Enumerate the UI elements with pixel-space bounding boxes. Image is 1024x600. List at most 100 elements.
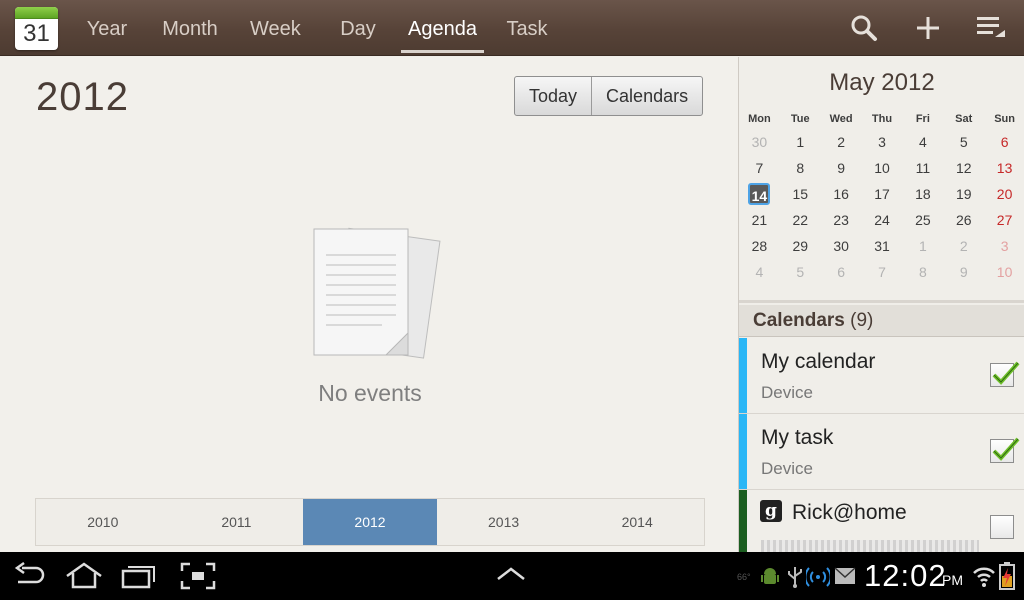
mini-calendar-day[interactable]: 31 (862, 233, 903, 259)
mini-calendar-day[interactable]: 24 (862, 207, 903, 233)
mini-calendar-day[interactable]: 7 (739, 155, 780, 181)
tab-agenda[interactable]: Agenda (401, 0, 484, 56)
mini-calendar-day[interactable]: 12 (943, 155, 984, 181)
day-number: 26 (955, 212, 972, 228)
calendars-count: (9) (850, 310, 874, 331)
today-button[interactable]: Today (515, 77, 591, 115)
day-number: 7 (755, 160, 764, 176)
tab-task[interactable]: Task (504, 0, 550, 56)
home-icon[interactable] (64, 562, 104, 595)
search-icon[interactable] (848, 12, 880, 44)
year-selector: 2010 2011 2012 2013 2014 (35, 498, 705, 546)
year-cell-2012[interactable]: 2012 (303, 499, 437, 545)
weekday-label: Thu (871, 113, 893, 125)
tab-week[interactable]: Week (250, 0, 301, 56)
weekday-label: Fri (915, 113, 930, 125)
mini-calendar-day[interactable]: 3 (862, 129, 903, 155)
calendar-item-my-task[interactable]: My task Device (739, 414, 1024, 490)
mini-calendar-day[interactable]: 3 (984, 233, 1024, 259)
menu-icon[interactable] (975, 12, 1007, 44)
status-clock-ampm: PM (942, 572, 963, 588)
mini-calendar-day[interactable]: 4 (739, 259, 780, 285)
day-number: 18 (915, 186, 931, 202)
mini-calendar-day[interactable]: 6 (984, 129, 1024, 155)
calendar-item-rick-home[interactable]: g Rick@home (739, 490, 1024, 552)
tab-month[interactable]: Month (162, 0, 218, 56)
mini-calendar-day[interactable]: 6 (821, 259, 862, 285)
mini-calendar-day[interactable]: 30 (821, 233, 862, 259)
mini-calendar-day[interactable]: 15 (780, 181, 821, 207)
mini-calendar-day[interactable]: 25 (902, 207, 943, 233)
year-cell-2013[interactable]: 2013 (437, 499, 571, 545)
mini-calendar-day[interactable]: 10 (862, 155, 903, 181)
calendar-icon-header (15, 7, 58, 19)
mini-calendar-day[interactable]: 11 (902, 155, 943, 181)
status-clock: 12:02 (864, 558, 947, 593)
add-icon[interactable] (912, 12, 944, 44)
mini-calendar-day[interactable]: 27 (984, 207, 1024, 233)
mini-calendar-day[interactable]: 1 (902, 233, 943, 259)
weekday-label: Sat (955, 113, 973, 125)
tab-day[interactable]: Day (340, 0, 376, 56)
mini-calendar-day[interactable]: 21 (739, 207, 780, 233)
mini-calendar-day[interactable]: 19 (943, 181, 984, 207)
mini-calendar-day[interactable]: 2 (821, 129, 862, 155)
calendar-checkbox[interactable] (990, 437, 1020, 463)
mini-calendar-day[interactable]: 9 (821, 155, 862, 181)
year-cell-2011[interactable]: 2011 (170, 499, 304, 545)
mini-calendar-day[interactable]: 2 (943, 233, 984, 259)
mini-calendar-week: 7 8 9 10 11 12 13 (739, 155, 1024, 181)
screenshot-icon[interactable] (180, 562, 216, 595)
year-cell-2014[interactable]: 2014 (570, 499, 704, 545)
mini-calendar-day[interactable]: 18 (902, 181, 943, 207)
day-number: 15 (792, 186, 809, 202)
mini-calendar-day[interactable]: 29 (780, 233, 821, 259)
mini-calendar-day[interactable]: 26 (943, 207, 984, 233)
mini-calendar-day[interactable]: 9 (943, 259, 984, 285)
mini-calendar-day[interactable]: 22 (780, 207, 821, 233)
mini-calendar-day[interactable]: 16 (821, 181, 862, 207)
mini-calendar-day[interactable]: 30 (739, 129, 780, 155)
mini-calendar-day[interactable]: 5 (943, 129, 984, 155)
calendar-icon-day: 31 (23, 20, 50, 47)
year-cell-2010[interactable]: 2010 (36, 499, 170, 545)
mail-icon (834, 567, 856, 590)
mini-calendar-week: 4 5 6 7 8 9 10 (739, 259, 1024, 285)
mini-calendar-title[interactable]: May 2012 (739, 69, 1024, 97)
mini-calendar-day[interactable]: 8 (902, 259, 943, 285)
tab-year[interactable]: Year (86, 0, 128, 56)
mini-calendar-day[interactable]: 8 (780, 155, 821, 181)
mini-calendar-week: 21 22 23 24 25 26 27 (739, 207, 1024, 233)
day-number: 14 (748, 183, 771, 205)
day-number: 13 (996, 160, 1013, 176)
mini-calendar-day[interactable]: 13 (984, 155, 1024, 181)
calendar-app-icon[interactable]: 31 (15, 7, 58, 50)
no-events-document-icon (312, 225, 442, 365)
day-number: 19 (955, 186, 972, 202)
mini-calendar-day[interactable]: 10 (984, 259, 1024, 285)
calendar-checkbox[interactable] (990, 361, 1020, 387)
google-icon: g (760, 500, 782, 522)
mini-calendar-today[interactable]: 14 (739, 181, 780, 207)
day-number: 10 (996, 264, 1013, 280)
divider (739, 300, 1024, 303)
day-number: 30 (833, 238, 849, 254)
mini-calendar-day[interactable]: 7 (862, 259, 903, 285)
recent-apps-icon[interactable] (120, 562, 158, 595)
day-number: 27 (996, 212, 1013, 228)
mini-calendar-grid: Mon Tue Wed Thu Fri Sat Sun 30 1 2 3 4 5 6 7 8 9 10 11 12 13… (739, 109, 1024, 285)
mini-calendar-day[interactable]: 5 (780, 259, 821, 285)
back-icon[interactable] (12, 561, 46, 595)
calendar-checkbox[interactable] (990, 515, 1014, 539)
mini-calendar-day[interactable]: 20 (984, 181, 1024, 207)
calendar-item-my-calendar[interactable]: My calendar Device (739, 338, 1024, 414)
calendars-button[interactable]: Calendars (591, 77, 702, 115)
mini-calendar-day[interactable]: 1 (780, 129, 821, 155)
up-chevron-icon[interactable] (496, 566, 526, 587)
day-number: 1 (796, 134, 805, 150)
mini-calendar-day[interactable]: 4 (902, 129, 943, 155)
mini-calendar-day[interactable]: 17 (862, 181, 903, 207)
mini-calendar-day[interactable]: 28 (739, 233, 780, 259)
mini-calendar-day[interactable]: 23 (821, 207, 862, 233)
battery-charging-icon (999, 562, 1015, 595)
